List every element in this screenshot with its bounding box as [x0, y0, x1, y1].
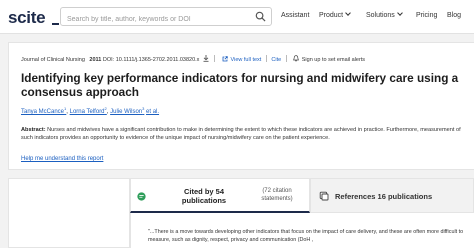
- journal-name[interactable]: Journal of Clinical Nursing: [21, 57, 85, 63]
- download-icon[interactable]: [203, 55, 209, 62]
- et-al-link[interactable]: et al.: [146, 109, 159, 115]
- article-meta-row: Journal of Clinical Nursing 2011 DOI: 10…: [21, 55, 365, 63]
- view-full-text-link[interactable]: View full text: [231, 57, 262, 63]
- author-list: Tanya McCance1, Lorna Telford2, Julie Wi…: [21, 106, 160, 115]
- nav-assistant[interactable]: Assistant: [281, 12, 309, 19]
- help-understand-link[interactable]: Help me understand this report: [21, 156, 103, 162]
- email-alert-link[interactable]: Sign up to set email alerts: [302, 57, 365, 63]
- cite-link[interactable]: Cite: [271, 57, 281, 63]
- top-nav-bar: scite Assistant Product Solutions Pricin…: [0, 0, 474, 34]
- author-link[interactable]: Julie Wilson3: [110, 106, 144, 115]
- author-link[interactable]: Tanya McCance1: [21, 106, 66, 115]
- logo-underscore: [52, 23, 59, 25]
- search-input[interactable]: [61, 11, 246, 28]
- scite-logo[interactable]: scite: [8, 8, 59, 28]
- abstract-text: Nurses and midwives have a significant c…: [21, 127, 461, 142]
- bell-icon[interactable]: [293, 55, 300, 62]
- chevron-down-icon: [345, 10, 351, 16]
- abstract: Abstract: Nurses and midwives have a sig…: [21, 126, 467, 142]
- divider: [265, 55, 267, 62]
- chat-bubble-icon: [137, 192, 146, 201]
- author-link[interactable]: Lorna Telford2: [70, 106, 107, 115]
- tab-references[interactable]: References 16 publications: [310, 178, 474, 213]
- search-icon[interactable]: [255, 11, 266, 22]
- abstract-label: Abstract:: [21, 127, 46, 133]
- left-sidebar-panel: [8, 178, 130, 248]
- citation-statements-count: (72 citation statements): [261, 188, 293, 202]
- references-count: References 16 publications: [335, 192, 433, 201]
- cited-by-count: Cited by 54 publications: [181, 187, 227, 205]
- divider: [285, 55, 287, 62]
- references-icon: [319, 191, 329, 201]
- nav-pricing[interactable]: Pricing: [416, 12, 437, 19]
- nav-solutions[interactable]: Solutions: [366, 10, 403, 19]
- doi-text[interactable]: DOI: 10.1111/j.1365-2702.2011.03820.x: [103, 57, 200, 63]
- divider: [214, 55, 216, 62]
- tab-cited-by[interactable]: Cited by 54 publications (72 citation st…: [130, 178, 310, 213]
- chevron-down-icon: [396, 10, 403, 16]
- article-title: Identifying key performance indicators f…: [21, 71, 459, 99]
- nav-blog[interactable]: Blog: [447, 12, 461, 19]
- nav-product[interactable]: Product: [319, 10, 351, 19]
- article-card: Journal of Clinical Nursing 2011 DOI: 10…: [8, 42, 474, 170]
- search-box: [60, 7, 272, 28]
- citation-quote-text: "...There is a move towards developing o…: [148, 229, 464, 243]
- external-link-icon: [222, 56, 228, 62]
- citation-statement-card: "...There is a move towards developing o…: [130, 213, 474, 248]
- publication-year: 2011: [89, 57, 102, 63]
